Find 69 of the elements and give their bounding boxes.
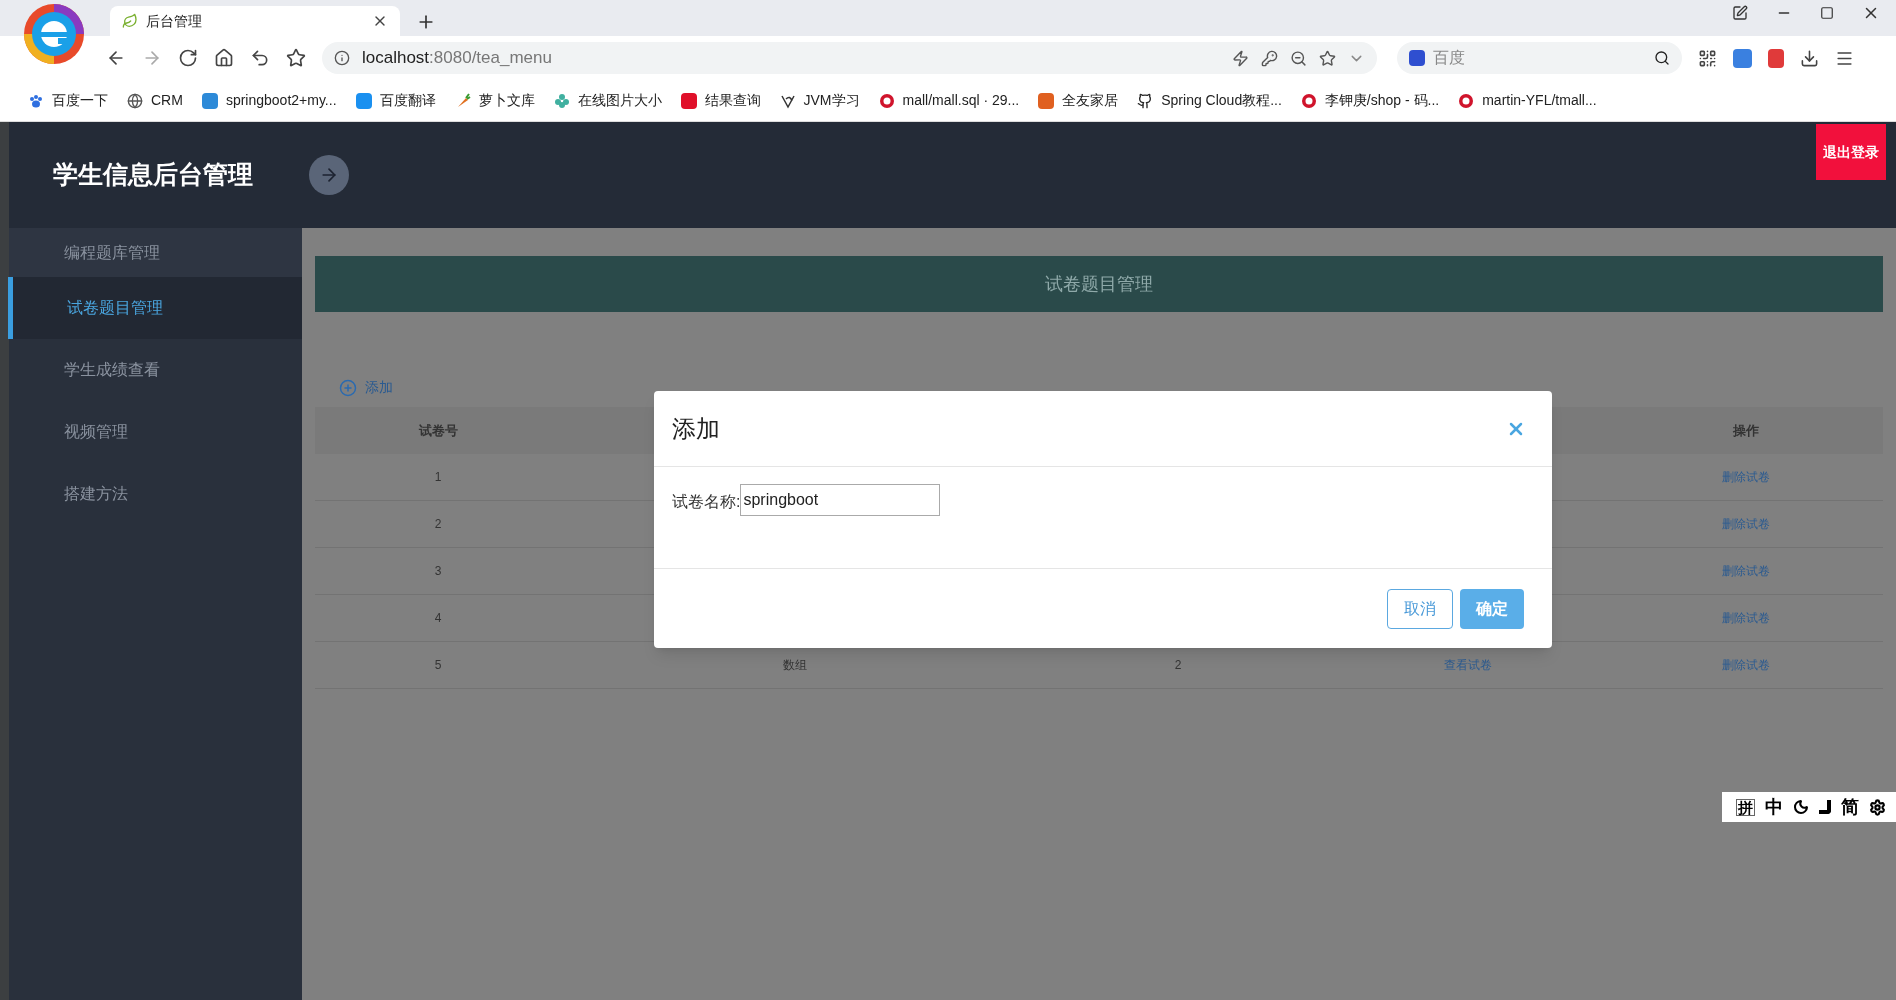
ime-button[interactable]: 拼 xyxy=(1736,798,1755,816)
plus-circle-icon xyxy=(339,378,357,397)
address-bar[interactable]: localhost:8080/tea_menu xyxy=(322,42,1377,74)
bookmark-link[interactable]: Spring Cloud教程... xyxy=(1137,90,1282,111)
qr-code-icon[interactable] xyxy=(1698,48,1717,68)
ime-button[interactable]: 中 xyxy=(1765,798,1783,816)
zoom-out-icon[interactable] xyxy=(1290,49,1307,67)
table-cell-text: 3 xyxy=(434,563,442,580)
bookmark-link[interactable]: JVM学习 xyxy=(779,90,860,111)
bookmark-link[interactable]: martin-YFL/tmall... xyxy=(1458,90,1597,111)
square-icon xyxy=(680,92,697,109)
page-banner: 试卷题目管理 xyxy=(315,256,1883,312)
table-cell-text: 2 xyxy=(1174,657,1182,674)
square-icon xyxy=(1038,92,1055,109)
dialog-title: 添加 xyxy=(672,413,720,444)
circle-icon xyxy=(1458,92,1475,109)
table-cell-text: 数组 xyxy=(783,657,807,674)
bookmark-link[interactable]: 百度翻译 xyxy=(355,90,436,111)
bookmark-link[interactable]: 李钾庚/shop - 码... xyxy=(1300,90,1440,111)
translate-icon[interactable] xyxy=(1733,48,1752,68)
key-icon[interactable] xyxy=(1261,49,1278,67)
undo-icon[interactable] xyxy=(250,48,270,68)
star-icon[interactable] xyxy=(1319,49,1336,67)
input-field[interactable]: springboot xyxy=(740,484,941,516)
settings-icon[interactable] xyxy=(1869,798,1886,816)
collapse-button[interactable] xyxy=(309,155,349,195)
download-icon[interactable] xyxy=(1800,48,1819,68)
app-title: 学生信息后台管理 xyxy=(53,159,253,191)
column-header: 试卷号 xyxy=(418,421,458,440)
bookmark-link[interactable]: 全友家居 xyxy=(1038,90,1119,111)
bookmark-link[interactable]: mall/mall.sql · 29... xyxy=(878,90,1020,111)
square-icon xyxy=(355,92,372,109)
github-icon xyxy=(1137,92,1154,109)
column-header: 操作 xyxy=(1733,421,1759,440)
leaf-icon xyxy=(122,13,138,29)
sidebar-item[interactable]: 学生成绩查看 xyxy=(9,339,302,401)
bookmark-link[interactable]: springboot2+my... xyxy=(201,90,337,111)
bookmark-star-icon[interactable] xyxy=(286,48,306,68)
notes-icon[interactable] xyxy=(1732,5,1748,21)
reload-icon[interactable] xyxy=(178,48,198,68)
sidebar-item[interactable]: 视频管理 xyxy=(9,401,302,463)
square-icon xyxy=(201,92,218,109)
sidebar-item[interactable]: 编程题库管理 xyxy=(9,228,302,277)
bookmark-link[interactable]: 萝卜文库 xyxy=(454,90,535,111)
info-icon[interactable] xyxy=(334,50,350,66)
maximize-icon[interactable] xyxy=(1820,6,1834,20)
sidebar-item[interactable]: 试卷题目管理 xyxy=(8,277,302,339)
flower-icon xyxy=(553,92,570,109)
bookmark-link[interactable]: 在线图片大小 xyxy=(553,90,662,111)
table-cell-text: 2 xyxy=(434,516,442,533)
sidebar-item[interactable]: 搭建方法 xyxy=(9,463,302,525)
ime-button[interactable]: 简 xyxy=(1841,798,1859,816)
search-icon[interactable] xyxy=(1654,50,1670,66)
field-label: 试卷名称: xyxy=(672,492,741,512)
browser-tab[interactable]: 后台管理 xyxy=(110,6,400,36)
pdf-icon[interactable] xyxy=(1768,48,1784,68)
bookmark-link[interactable]: CRM xyxy=(127,90,183,111)
bookmark-link[interactable]: 百度一下 xyxy=(28,90,108,111)
moon-icon[interactable] xyxy=(1793,799,1809,815)
table-cell-text: 5 xyxy=(434,657,442,674)
bookmark-link[interactable]: 结果查询 xyxy=(680,90,761,111)
logout-button[interactable]: 退出登录 xyxy=(1816,124,1886,180)
home-icon[interactable] xyxy=(214,48,234,68)
table-cell-text: 1 xyxy=(434,469,442,486)
circle-icon xyxy=(1300,92,1317,109)
table-cell-text: 4 xyxy=(434,610,442,627)
circle-icon xyxy=(878,92,895,109)
globe-icon xyxy=(127,92,143,109)
lightning-icon[interactable] xyxy=(1232,49,1249,67)
